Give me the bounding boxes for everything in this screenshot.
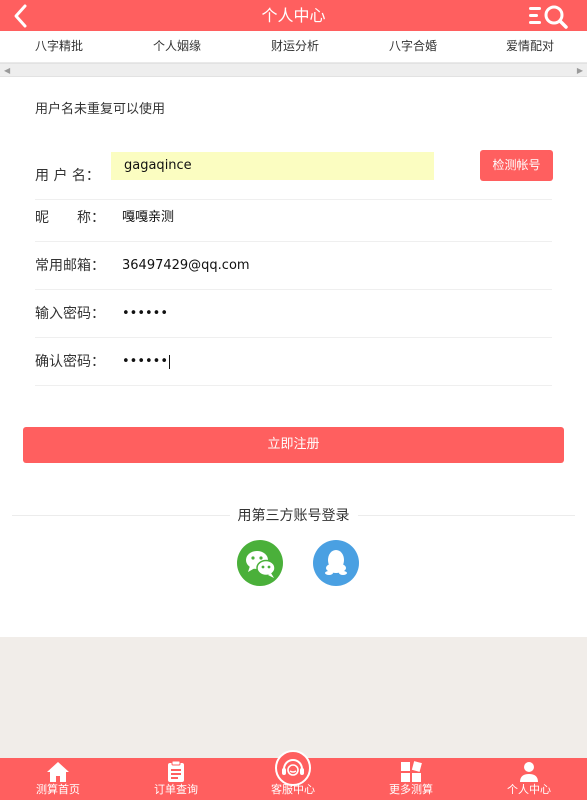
tab-more-label: 更多测算	[389, 783, 433, 796]
password-label: 输入密码：	[35, 306, 105, 322]
category-item[interactable]: 个人姻缘	[153, 31, 201, 62]
password-input[interactable]: ••••••	[122, 290, 168, 338]
user-icon	[517, 761, 541, 783]
page: 个人中心 八字精批 个人姻缘 财运分析 八字合婚 爱情配对 ◀ ▶ 用户名未重复…	[0, 0, 587, 800]
confirm-password-input[interactable]: ••••••	[122, 338, 171, 386]
category-item[interactable]: 八字合婚	[389, 31, 437, 62]
third-party-login-title: 用第三方账号登录	[229, 508, 358, 524]
tab-orders[interactable]: 订单查询	[136, 758, 216, 800]
tab-customer-service-label: 客服中心	[271, 783, 315, 796]
tab-orders-label: 订单查询	[154, 783, 198, 796]
category-nav: 八字精批 个人姻缘 财运分析 八字合婚 爱情配对	[0, 31, 587, 63]
headset-icon	[275, 750, 311, 786]
nickname-label: 昵 称：	[35, 210, 105, 226]
nickname-row: 昵 称： 嘎嘎亲测	[35, 194, 552, 242]
register-form: 用户名未重复可以使用 用 户 名： gagaqince 检测帐号 昵 称： 嘎嘎…	[0, 77, 587, 637]
menu-search-icon[interactable]	[529, 3, 569, 29]
home-icon	[46, 761, 70, 783]
scroll-right-icon[interactable]: ▶	[577, 66, 583, 76]
tab-home-label: 测算首页	[36, 783, 80, 796]
check-account-button[interactable]: 检测帐号	[480, 150, 553, 181]
tab-customer-service[interactable]: 客服中心	[253, 750, 333, 800]
tab-more[interactable]: 更多测算	[371, 758, 451, 800]
category-item[interactable]: 财运分析	[271, 31, 319, 62]
confirm-password-row: 确认密码： ••••••	[35, 338, 552, 386]
register-button[interactable]: 立即注册	[23, 427, 564, 463]
scroll-left-icon[interactable]: ◀	[4, 66, 10, 76]
password-row: 输入密码： ••••••	[35, 290, 552, 338]
top-bar: 个人中心	[0, 0, 587, 31]
username-row: 用 户 名： gagaqince 检测帐号	[35, 150, 553, 200]
email-input[interactable]: 36497429@qq.com	[122, 242, 250, 290]
tab-home[interactable]: 测算首页	[18, 758, 98, 800]
tab-profile[interactable]: 个人中心	[489, 758, 569, 800]
category-item[interactable]: 八字精批	[35, 31, 83, 62]
third-party-login-divider: 用第三方账号登录	[12, 505, 575, 525]
tab-profile-label: 个人中心	[507, 783, 551, 796]
username-input[interactable]: gagaqince	[111, 152, 434, 180]
wechat-icon[interactable]	[237, 540, 283, 586]
page-title: 个人中心	[261, 6, 326, 25]
grid-icon	[399, 761, 423, 783]
username-label: 用 户 名：	[35, 168, 100, 184]
horizontal-scrollbar[interactable]: ◀ ▶	[0, 63, 587, 77]
category-item[interactable]: 爱情配对	[506, 31, 554, 62]
text-caret	[169, 354, 171, 369]
bottom-tab-bar: 测算首页 订单查询 客服中心 更多测算 个人中心	[0, 750, 587, 800]
username-value: gagaqince	[124, 158, 192, 173]
email-row: 常用邮箱： 36497429@qq.com	[35, 242, 552, 290]
qq-icon[interactable]	[313, 540, 359, 586]
clipboard-icon	[164, 760, 188, 783]
confirm-password-value: ••••••	[122, 354, 169, 369]
email-label: 常用邮箱：	[35, 258, 105, 274]
confirm-password-label: 确认密码：	[35, 354, 105, 370]
nickname-input[interactable]: 嘎嘎亲测	[122, 194, 174, 242]
username-status-message: 用户名未重复可以使用	[35, 102, 166, 117]
